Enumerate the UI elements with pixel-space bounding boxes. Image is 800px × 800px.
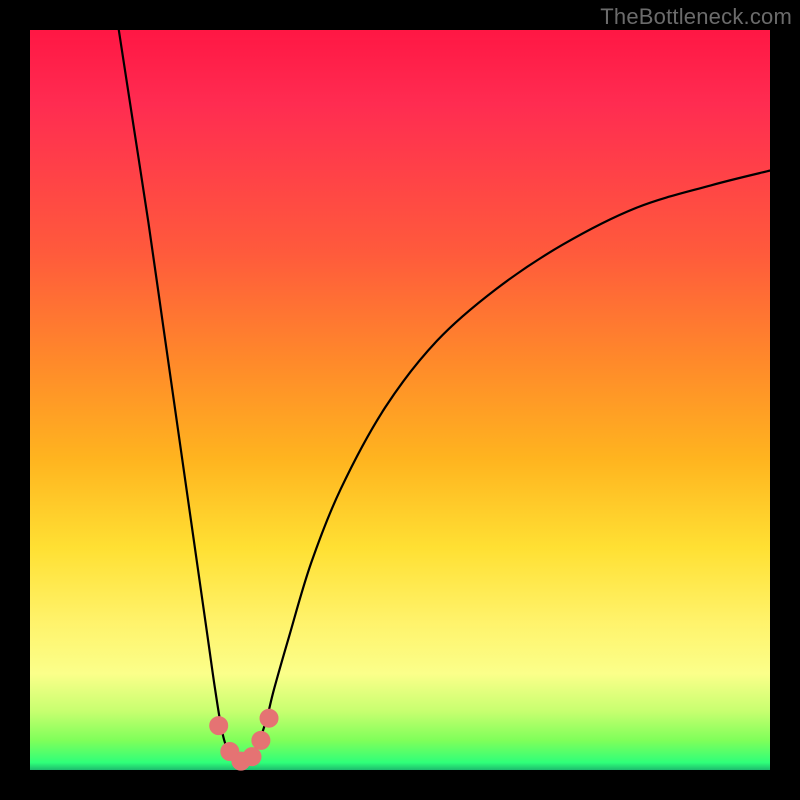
highlight-markers [210,709,278,770]
highlight-marker [260,709,278,727]
bottleneck-curve [119,30,770,764]
highlight-marker [210,717,228,735]
highlight-marker [243,748,261,766]
plot-area [30,30,770,770]
chart-frame: TheBottleneck.com [0,0,800,800]
highlight-marker [252,731,270,749]
curve-svg [30,30,770,770]
watermark-text: TheBottleneck.com [600,4,792,30]
